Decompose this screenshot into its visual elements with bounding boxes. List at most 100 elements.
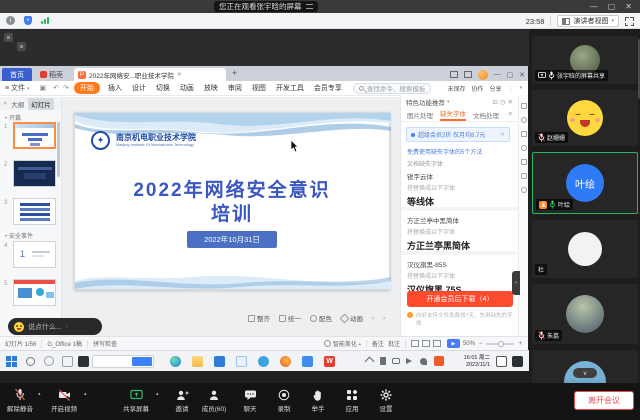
desktop-widget-icon[interactable]	[4, 33, 13, 42]
firefox-icon[interactable]	[280, 356, 291, 367]
beautify-animation-button[interactable]: 动画	[341, 313, 363, 323]
sidebar-tool-icon[interactable]	[521, 145, 527, 151]
ie-icon[interactable]	[258, 356, 269, 367]
emoji-icon[interactable]	[14, 322, 24, 332]
participant-tile[interactable]: 赵姗姗	[532, 90, 638, 146]
store-icon[interactable]	[214, 356, 225, 367]
collaborate-button[interactable]: 协作	[468, 84, 486, 93]
menu-start[interactable]: 开始	[74, 82, 100, 94]
settings-button[interactable]: 设置	[368, 388, 404, 413]
spellcheck-status[interactable]: 拼写检查	[93, 339, 117, 348]
cortana-icon[interactable]	[44, 356, 54, 366]
wps-icon[interactable]: W	[324, 356, 335, 367]
missing-font-item[interactable]: 锐字云体 将替换成以下字体 等线体	[407, 171, 513, 208]
tab-image-tools[interactable]: 图片处理	[407, 110, 433, 120]
taskbar-search-icon[interactable]	[26, 357, 35, 366]
wps-account-avatar[interactable]	[478, 70, 488, 80]
file-menu[interactable]: ≡ 文件 ▾	[0, 83, 35, 93]
leave-meeting-button[interactable]: 离开会议	[574, 391, 634, 410]
redo-icon[interactable]: ↷	[61, 84, 71, 92]
tab-doc-tools[interactable]: 文档处理	[473, 110, 499, 120]
sidebar-tool-icon[interactable]	[521, 187, 527, 193]
zoom-slider-knob[interactable]	[498, 341, 504, 347]
scroll-more-participants-button[interactable]: ∨	[573, 368, 597, 378]
beautify-align-button[interactable]: 整齐	[248, 313, 270, 323]
zoom-in-button[interactable]: +	[518, 341, 522, 347]
tab-missing-fonts[interactable]: 缺失字体	[440, 108, 466, 121]
participant-tile-active-speaker[interactable]: 叶绘 叶绘	[532, 152, 638, 214]
tray-app-icon[interactable]	[434, 356, 444, 366]
members-button[interactable]: 成员(60)	[196, 388, 232, 413]
pen-tray-icon[interactable]	[380, 357, 386, 365]
collapse-bubble-icon[interactable]: ‹	[66, 324, 68, 330]
share-button[interactable]: 分享	[486, 84, 504, 93]
invite-button[interactable]: 邀请	[164, 388, 200, 413]
tab-home[interactable]: 首页	[2, 68, 32, 81]
panel-bell-icon[interactable]: ◷	[500, 98, 506, 106]
security-shield-icon[interactable]: +	[24, 16, 32, 25]
zoom-slider[interactable]	[486, 343, 514, 345]
notes-button[interactable]: 备注	[372, 339, 384, 348]
menu-view[interactable]: 视图	[247, 83, 271, 93]
video-options-chevron[interactable]: ▴	[84, 391, 87, 397]
participant-tile-partial[interactable]: ∨	[532, 350, 638, 383]
keyboard-tray-icon[interactable]	[392, 358, 400, 364]
menu-review[interactable]: 审阅	[223, 83, 247, 93]
wps-maximize-button[interactable]: ▢	[507, 71, 514, 79]
slide-thumbnail-2[interactable]	[13, 160, 56, 187]
share-options-chevron[interactable]: ▴	[156, 391, 159, 397]
taskbar-clock[interactable]: 16:01 周二 2022/11/1	[448, 355, 490, 369]
download-fonts-button[interactable]: 开通会员后下载（4）	[407, 291, 513, 307]
reading-layout-icon[interactable]	[450, 71, 458, 78]
notification-center-icon[interactable]	[512, 356, 523, 367]
close-tab-icon[interactable]: ✕	[177, 71, 182, 78]
tab-slides[interactable]: 幻灯片	[28, 98, 54, 110]
comments-button[interactable]: 批注	[388, 339, 400, 348]
slide-sorter-icon[interactable]	[422, 340, 430, 347]
panel-pin-icon[interactable]: ⊡	[492, 98, 497, 106]
raise-hand-button[interactable]: 举手	[300, 388, 336, 413]
sidebar-tool-icon[interactable]	[521, 117, 527, 123]
slide-thumbnail-3[interactable]	[13, 198, 56, 225]
start-video-button[interactable]: 开启视频	[46, 388, 82, 413]
missing-font-item[interactable]: 方正兰亭中黑简体 将替换成以下字体 方正兰亭黑简体	[407, 215, 513, 252]
close-button[interactable]: ✕	[625, 2, 632, 11]
chat-input-placeholder[interactable]: 说点什么...	[28, 322, 62, 332]
sidebar-tool-icon[interactable]	[521, 159, 527, 165]
netdisk-icon[interactable]	[302, 356, 313, 367]
section-label[interactable]: ▾ 安全事件	[5, 231, 33, 240]
reading-view-icon[interactable]	[433, 340, 441, 347]
taskbar-search-box[interactable]	[92, 355, 154, 368]
chat-button[interactable]: 聊天	[232, 388, 268, 413]
menu-slideshow[interactable]: 放映	[199, 83, 223, 93]
tab-outline[interactable]: 大纲	[11, 99, 24, 109]
beautify-color-button[interactable]: 配色	[310, 313, 332, 323]
sidebar-tool-icon[interactable]	[521, 173, 527, 179]
network-tray-icon[interactable]	[420, 358, 427, 365]
slide-thumbnail-5[interactable]	[13, 279, 56, 306]
more-icon[interactable]: ⋮	[504, 85, 516, 92]
member-promo-banner[interactable]: 超级会员2折 仅月均8.7元 ✕	[406, 127, 510, 142]
slide-thumbnail-4[interactable]: 1	[13, 241, 56, 268]
beautify-status-button[interactable]: 智能美化 ▴	[324, 339, 361, 348]
start-button[interactable]	[6, 356, 17, 367]
undo-icon[interactable]: ↶	[51, 84, 61, 92]
menu-transition[interactable]: 切换	[151, 83, 175, 93]
wps-close-button[interactable]: ✕	[519, 71, 525, 79]
sidebar-tool-icon[interactable]	[521, 131, 527, 137]
play-slideshow-button[interactable]: ▶	[447, 339, 460, 348]
participant-tile[interactable]: 张宇晗的屏幕共享	[532, 36, 638, 84]
section-label[interactable]: ▾ 开篇	[5, 113, 21, 122]
current-slide[interactable]: ✦ 南京机电职业技术学院 Nanjing Institute Of Mechat…	[74, 112, 390, 290]
mic-options-chevron[interactable]: ▴	[38, 391, 41, 397]
save-icon[interactable]: ▣	[35, 84, 52, 92]
thumbnail-scrollbar[interactable]	[57, 122, 60, 177]
unmute-button[interactable]: 解除静音	[2, 388, 38, 413]
wps-minimize-button[interactable]: —	[494, 71, 501, 78]
record-button[interactable]: 录制	[266, 388, 302, 413]
share-screen-button[interactable]: 共享屏幕	[118, 388, 154, 413]
zoom-out-button[interactable]: −	[479, 341, 483, 347]
menu-insert[interactable]: 插入	[103, 83, 127, 93]
grid-layout-icon[interactable]	[464, 71, 472, 78]
tray-expand-icon[interactable]	[365, 357, 375, 367]
